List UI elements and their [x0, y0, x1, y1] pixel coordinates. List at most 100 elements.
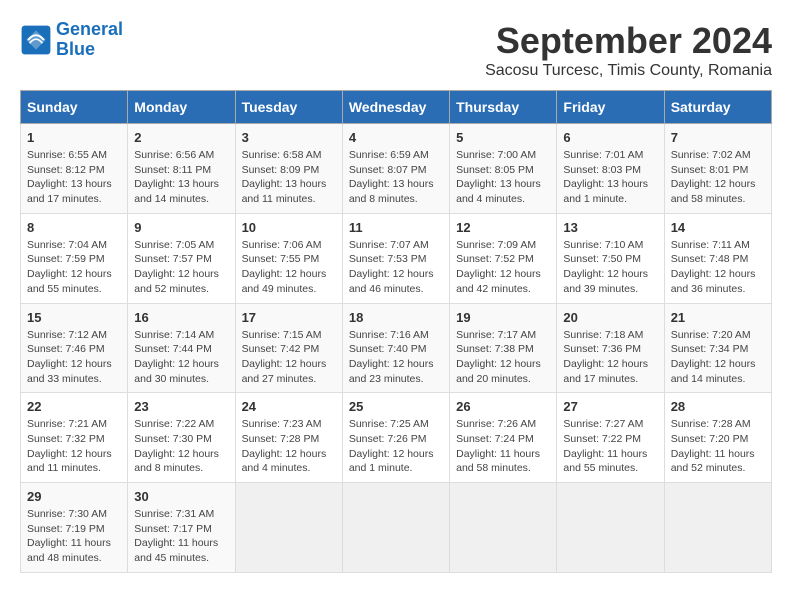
day-info: Sunrise: 7:22 AMSunset: 7:30 PMDaylight:… — [134, 417, 228, 476]
day-info: Sunrise: 7:07 AMSunset: 7:53 PMDaylight:… — [349, 238, 443, 297]
day-number: 13 — [563, 220, 657, 235]
calendar-cell: 9 Sunrise: 7:05 AMSunset: 7:57 PMDaylight… — [128, 213, 235, 303]
day-number: 11 — [349, 220, 443, 235]
calendar-cell: 22Sunrise: 7:21 AMSunset: 7:32 PMDayligh… — [21, 393, 128, 483]
day-info: Sunrise: 7:00 AMSunset: 8:05 PMDaylight:… — [456, 148, 550, 207]
calendar-cell: 1 Sunrise: 6:55 AMSunset: 8:12 PMDaylight… — [21, 124, 128, 214]
day-number: 2 — [134, 130, 228, 145]
day-info: Sunrise: 7:14 AMSunset: 7:44 PMDaylight:… — [134, 328, 228, 387]
day-info: Sunrise: 7:04 AMSunset: 7:59 PMDaylight:… — [27, 238, 121, 297]
calendar-cell: 26 Sunrise: 7:26 AMSunset: 7:24 PMDayligh… — [450, 393, 557, 483]
calendar-week-row: 29Sunrise: 7:30 AMSunset: 7:19 PMDayligh… — [21, 483, 772, 573]
day-info: Sunrise: 7:15 AMSunset: 7:42 PMDaylight:… — [242, 328, 336, 387]
day-info: Sunrise: 7:25 AMSunset: 7:26 PMDaylight:… — [349, 417, 443, 476]
day-number: 25 — [349, 399, 443, 414]
day-number: 10 — [242, 220, 336, 235]
logo-text: General Blue — [56, 20, 123, 60]
day-number: 27 — [563, 399, 657, 414]
weekday-header: Wednesday — [342, 91, 449, 124]
day-info: Sunrise: 6:55 AMSunset: 8:12 PMDaylight:… — [27, 148, 121, 207]
calendar-cell: 12Sunrise: 7:09 AMSunset: 7:52 PMDayligh… — [450, 213, 557, 303]
calendar-cell: 30Sunrise: 7:31 AMSunset: 7:17 PMDayligh… — [128, 483, 235, 573]
weekday-header: Sunday — [21, 91, 128, 124]
calendar-cell — [235, 483, 342, 573]
day-info: Sunrise: 6:56 AMSunset: 8:11 PMDaylight:… — [134, 148, 228, 207]
day-info: Sunrise: 7:10 AMSunset: 7:50 PMDaylight:… — [563, 238, 657, 297]
day-info: Sunrise: 7:18 AMSunset: 7:36 PMDaylight:… — [563, 328, 657, 387]
calendar-cell — [557, 483, 664, 573]
calendar-table: SundayMondayTuesdayWednesdayThursdayFrid… — [20, 90, 772, 573]
day-number: 20 — [563, 310, 657, 325]
calendar-cell: 17 Sunrise: 7:15 AMSunset: 7:42 PMDayligh… — [235, 303, 342, 393]
day-info: Sunrise: 7:11 AMSunset: 7:48 PMDaylight:… — [671, 238, 765, 297]
day-number: 29 — [27, 489, 121, 504]
calendar-cell: 23 Sunrise: 7:22 AMSunset: 7:30 PMDayligh… — [128, 393, 235, 483]
day-info: Sunrise: 7:05 AMSunset: 7:57 PMDaylight:… — [134, 238, 228, 297]
page-header: General Blue September 2024 Sacosu Turce… — [20, 20, 772, 80]
calendar-cell: 16Sunrise: 7:14 AMSunset: 7:44 PMDayligh… — [128, 303, 235, 393]
day-info: Sunrise: 7:27 AMSunset: 7:22 PMDaylight:… — [563, 417, 657, 476]
logo-icon — [20, 24, 52, 56]
calendar-week-row: 1 Sunrise: 6:55 AMSunset: 8:12 PMDaylight… — [21, 124, 772, 214]
calendar-cell: 6 Sunrise: 7:01 AMSunset: 8:03 PMDaylight… — [557, 124, 664, 214]
calendar-cell: 3Sunrise: 6:58 AMSunset: 8:09 PMDaylight… — [235, 124, 342, 214]
calendar-cell: 13 Sunrise: 7:10 AMSunset: 7:50 PMDayligh… — [557, 213, 664, 303]
day-info: Sunrise: 7:17 AMSunset: 7:38 PMDaylight:… — [456, 328, 550, 387]
calendar-cell — [450, 483, 557, 573]
weekday-header: Saturday — [664, 91, 771, 124]
day-number: 5 — [456, 130, 550, 145]
logo: General Blue — [20, 20, 123, 60]
calendar-cell: 10Sunrise: 7:06 AMSunset: 7:55 PMDayligh… — [235, 213, 342, 303]
day-number: 21 — [671, 310, 765, 325]
calendar-cell: 27 Sunrise: 7:27 AMSunset: 7:22 PMDayligh… — [557, 393, 664, 483]
day-number: 1 — [27, 130, 121, 145]
calendar-cell — [664, 483, 771, 573]
calendar-cell: 5 Sunrise: 7:00 AMSunset: 8:05 PMDaylight… — [450, 124, 557, 214]
calendar-cell: 19 Sunrise: 7:17 AMSunset: 7:38 PMDayligh… — [450, 303, 557, 393]
calendar-cell: 20 Sunrise: 7:18 AMSunset: 7:36 PMDayligh… — [557, 303, 664, 393]
day-info: Sunrise: 7:26 AMSunset: 7:24 PMDaylight:… — [456, 417, 550, 476]
weekday-header-row: SundayMondayTuesdayWednesdayThursdayFrid… — [21, 91, 772, 124]
day-number: 18 — [349, 310, 443, 325]
day-number: 15 — [27, 310, 121, 325]
calendar-cell: 2 Sunrise: 6:56 AMSunset: 8:11 PMDaylight… — [128, 124, 235, 214]
day-number: 9 — [134, 220, 228, 235]
calendar-cell: 21 Sunrise: 7:20 AMSunset: 7:34 PMDayligh… — [664, 303, 771, 393]
day-info: Sunrise: 7:12 AMSunset: 7:46 PMDaylight:… — [27, 328, 121, 387]
day-number: 8 — [27, 220, 121, 235]
calendar-cell: 11 Sunrise: 7:07 AMSunset: 7:53 PMDayligh… — [342, 213, 449, 303]
calendar-subtitle: Sacosu Turcesc, Timis County, Romania — [485, 62, 772, 80]
calendar-title: September 2024 — [485, 20, 772, 62]
calendar-cell: 14Sunrise: 7:11 AMSunset: 7:48 PMDayligh… — [664, 213, 771, 303]
calendar-cell: 4 Sunrise: 6:59 AMSunset: 8:07 PMDaylight… — [342, 124, 449, 214]
day-number: 17 — [242, 310, 336, 325]
calendar-cell: 29Sunrise: 7:30 AMSunset: 7:19 PMDayligh… — [21, 483, 128, 573]
day-number: 30 — [134, 489, 228, 504]
day-info: Sunrise: 7:01 AMSunset: 8:03 PMDaylight:… — [563, 148, 657, 207]
day-number: 4 — [349, 130, 443, 145]
weekday-header: Tuesday — [235, 91, 342, 124]
day-number: 19 — [456, 310, 550, 325]
day-info: Sunrise: 6:59 AMSunset: 8:07 PMDaylight:… — [349, 148, 443, 207]
day-number: 23 — [134, 399, 228, 414]
day-number: 26 — [456, 399, 550, 414]
day-number: 24 — [242, 399, 336, 414]
weekday-header: Monday — [128, 91, 235, 124]
calendar-cell — [342, 483, 449, 573]
day-number: 28 — [671, 399, 765, 414]
calendar-cell: 28 Sunrise: 7:28 AMSunset: 7:20 PMDayligh… — [664, 393, 771, 483]
day-info: Sunrise: 7:16 AMSunset: 7:40 PMDaylight:… — [349, 328, 443, 387]
calendar-week-row: 15 Sunrise: 7:12 AMSunset: 7:46 PMDayligh… — [21, 303, 772, 393]
day-number: 6 — [563, 130, 657, 145]
day-info: Sunrise: 7:20 AMSunset: 7:34 PMDaylight:… — [671, 328, 765, 387]
day-info: Sunrise: 7:28 AMSunset: 7:20 PMDaylight:… — [671, 417, 765, 476]
day-number: 12 — [456, 220, 550, 235]
day-info: Sunrise: 7:21 AMSunset: 7:32 PMDaylight:… — [27, 417, 121, 476]
day-info: Sunrise: 7:23 AMSunset: 7:28 PMDaylight:… — [242, 417, 336, 476]
weekday-header: Thursday — [450, 91, 557, 124]
title-block: September 2024 Sacosu Turcesc, Timis Cou… — [485, 20, 772, 80]
weekday-header: Friday — [557, 91, 664, 124]
calendar-week-row: 22Sunrise: 7:21 AMSunset: 7:32 PMDayligh… — [21, 393, 772, 483]
calendar-week-row: 8 Sunrise: 7:04 AMSunset: 7:59 PMDaylight… — [21, 213, 772, 303]
day-number: 3 — [242, 130, 336, 145]
